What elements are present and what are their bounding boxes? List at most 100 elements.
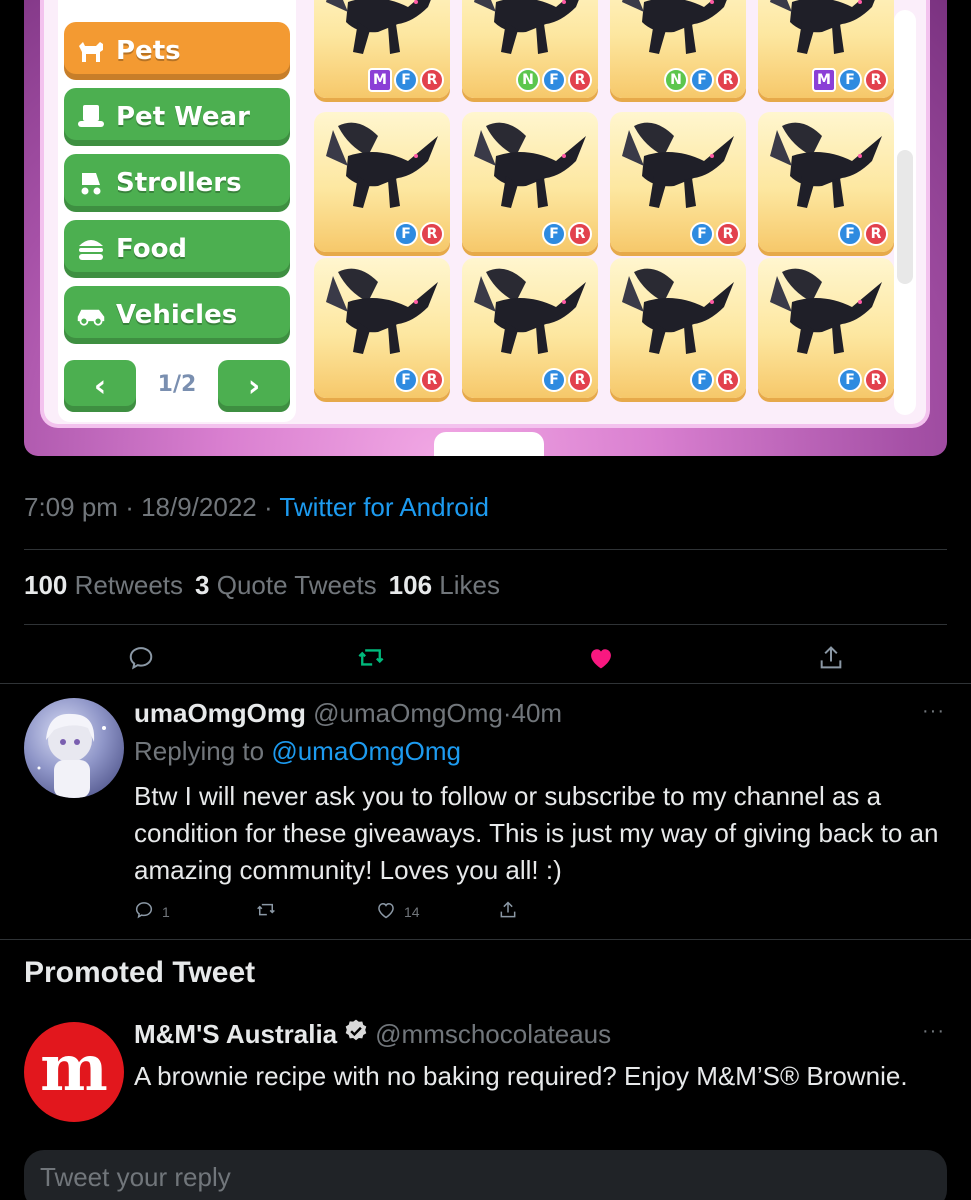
pet-badge-r: R: [864, 368, 888, 392]
pet-badge-r: R: [568, 368, 592, 392]
shadow-dragon-image: [474, 0, 579, 54]
avatar[interactable]: [24, 698, 124, 798]
pet-tile: MFR: [758, 0, 894, 98]
reply-count: 1: [162, 903, 170, 920]
reply-icon[interactable]: [127, 644, 155, 672]
reply-header: umaOmgOmg @umaOmgOmg·40m: [134, 698, 562, 729]
retweet-icon: [256, 900, 276, 923]
quotes-label: Quote Tweets: [216, 570, 377, 600]
share-icon[interactable]: [817, 644, 845, 672]
shadow-dragon-image: [622, 122, 734, 208]
pet-tile: FR: [462, 112, 598, 252]
reply-composer-input[interactable]: Tweet your reply: [24, 1150, 947, 1200]
tweet-age: 40m: [511, 698, 563, 728]
pet-badge-r: R: [716, 222, 740, 246]
category-strollers-button: Strollers: [64, 154, 290, 212]
divider: [0, 683, 971, 684]
tweet-media-image[interactable]: Pets Pet Wear Strollers Food Vehicles ‹ …: [24, 0, 947, 456]
brand-logo-letter: m: [40, 1030, 108, 1106]
meta-separator: ·: [125, 492, 142, 522]
promoted-heading: Promoted Tweet: [24, 956, 256, 989]
divider: [24, 624, 947, 625]
likes-stat[interactable]: 106 Likes: [389, 570, 500, 601]
pet-badge-r: R: [568, 68, 592, 92]
tweet-time: 7:09 pm: [24, 492, 118, 522]
page-indicator: 1/2: [157, 372, 197, 397]
pet-badges: NFR: [516, 68, 592, 92]
pet-badge-r: R: [864, 68, 888, 92]
shadow-dragon-image: [326, 122, 438, 208]
pet-badges: FR: [394, 222, 444, 246]
dog-icon: [76, 36, 106, 66]
tweet-timestamp: 7:09 pm · 18/9/2022 · Twitter for Androi…: [24, 492, 489, 523]
advertiser-name[interactable]: M&M'S Australia: [134, 1019, 337, 1050]
pet-badge-f: F: [690, 68, 714, 92]
reply-tweet[interactable]: umaOmgOmg @umaOmgOmg·40m ··· Replying to…: [0, 686, 971, 938]
category-pets-button: Pets: [64, 22, 290, 80]
replying-to-handle[interactable]: @umaOmgOmg: [271, 736, 461, 766]
author-handle[interactable]: @umaOmgOmg: [313, 698, 503, 728]
burger-icon: [76, 234, 106, 264]
retweets-label: Retweets: [74, 570, 184, 600]
shadow-dragon-image: [770, 122, 882, 208]
like-icon[interactable]: [587, 644, 615, 672]
like-action[interactable]: 14: [376, 900, 420, 923]
likes-count: 106: [388, 570, 433, 600]
quotes-stat[interactable]: 3 Quote Tweets: [195, 570, 377, 601]
pet-badge-m: M: [368, 68, 392, 92]
category-label: Pet Wear: [116, 102, 250, 132]
pet-badges: FR: [838, 368, 888, 392]
retweets-stat[interactable]: 100 Retweets: [24, 570, 183, 601]
like-count: 14: [404, 903, 420, 920]
pet-tile: FR: [758, 112, 894, 252]
pet-badges: FR: [838, 222, 888, 246]
pet-badges: FR: [394, 368, 444, 392]
pet-badge-r: R: [716, 368, 740, 392]
pet-tile: FR: [758, 258, 894, 398]
advertiser-avatar[interactable]: m: [24, 1022, 124, 1122]
pet-badge-f: F: [542, 222, 566, 246]
category-pager: ‹ 1/2 ›: [64, 356, 290, 414]
pet-badge-f: F: [394, 368, 418, 392]
shadow-dragon-image: [770, 268, 882, 354]
reply-action[interactable]: 1: [134, 900, 170, 923]
tweet-source-link[interactable]: Twitter for Android: [279, 492, 489, 522]
verified-badge-icon: [343, 1018, 369, 1051]
retweet-action[interactable]: [256, 900, 276, 923]
category-label: Pets: [116, 36, 181, 66]
share-action[interactable]: [498, 900, 518, 923]
replying-to: Replying to @umaOmgOmg: [134, 736, 461, 767]
shadow-dragon-image: [326, 268, 438, 354]
more-options-icon[interactable]: ···: [922, 1020, 945, 1043]
category-vehicles-button: Vehicles: [64, 286, 290, 344]
category-pet-wear-button: Pet Wear: [64, 88, 290, 146]
tweet-action-bar: [0, 640, 971, 680]
pet-badge-r: R: [568, 222, 592, 246]
game-bottom-tab: [434, 432, 544, 456]
category-column: Pets Pet Wear Strollers Food Vehicles ‹ …: [58, 0, 296, 422]
meta-separator: ·: [263, 492, 280, 522]
car-icon: [76, 300, 106, 330]
pet-tile: MFR: [314, 0, 450, 98]
pet-badges: MFR: [812, 68, 888, 92]
category-label: Strollers: [116, 168, 242, 198]
pet-tile: FR: [314, 112, 450, 252]
pet-badge-n: N: [516, 68, 540, 92]
shadow-dragon-image: [474, 268, 586, 354]
pet-badges: FR: [542, 222, 592, 246]
share-icon: [498, 900, 518, 923]
author-name[interactable]: umaOmgOmg: [134, 698, 306, 728]
stroller-icon: [76, 168, 106, 198]
pet-badges: FR: [542, 368, 592, 392]
pet-badge-f: F: [394, 222, 418, 246]
retweet-icon[interactable]: [357, 644, 385, 672]
shadow-dragon-image: [326, 0, 431, 54]
pet-badge-r: R: [420, 222, 444, 246]
category-label: Vehicles: [116, 300, 238, 330]
retweets-count: 100: [24, 570, 68, 600]
more-options-icon[interactable]: ···: [922, 700, 945, 723]
divider: [0, 939, 971, 940]
advertiser-handle[interactable]: @mmschocolateaus: [375, 1019, 611, 1050]
pet-badge-f: F: [394, 68, 418, 92]
prev-page-button: ‹: [64, 360, 136, 412]
